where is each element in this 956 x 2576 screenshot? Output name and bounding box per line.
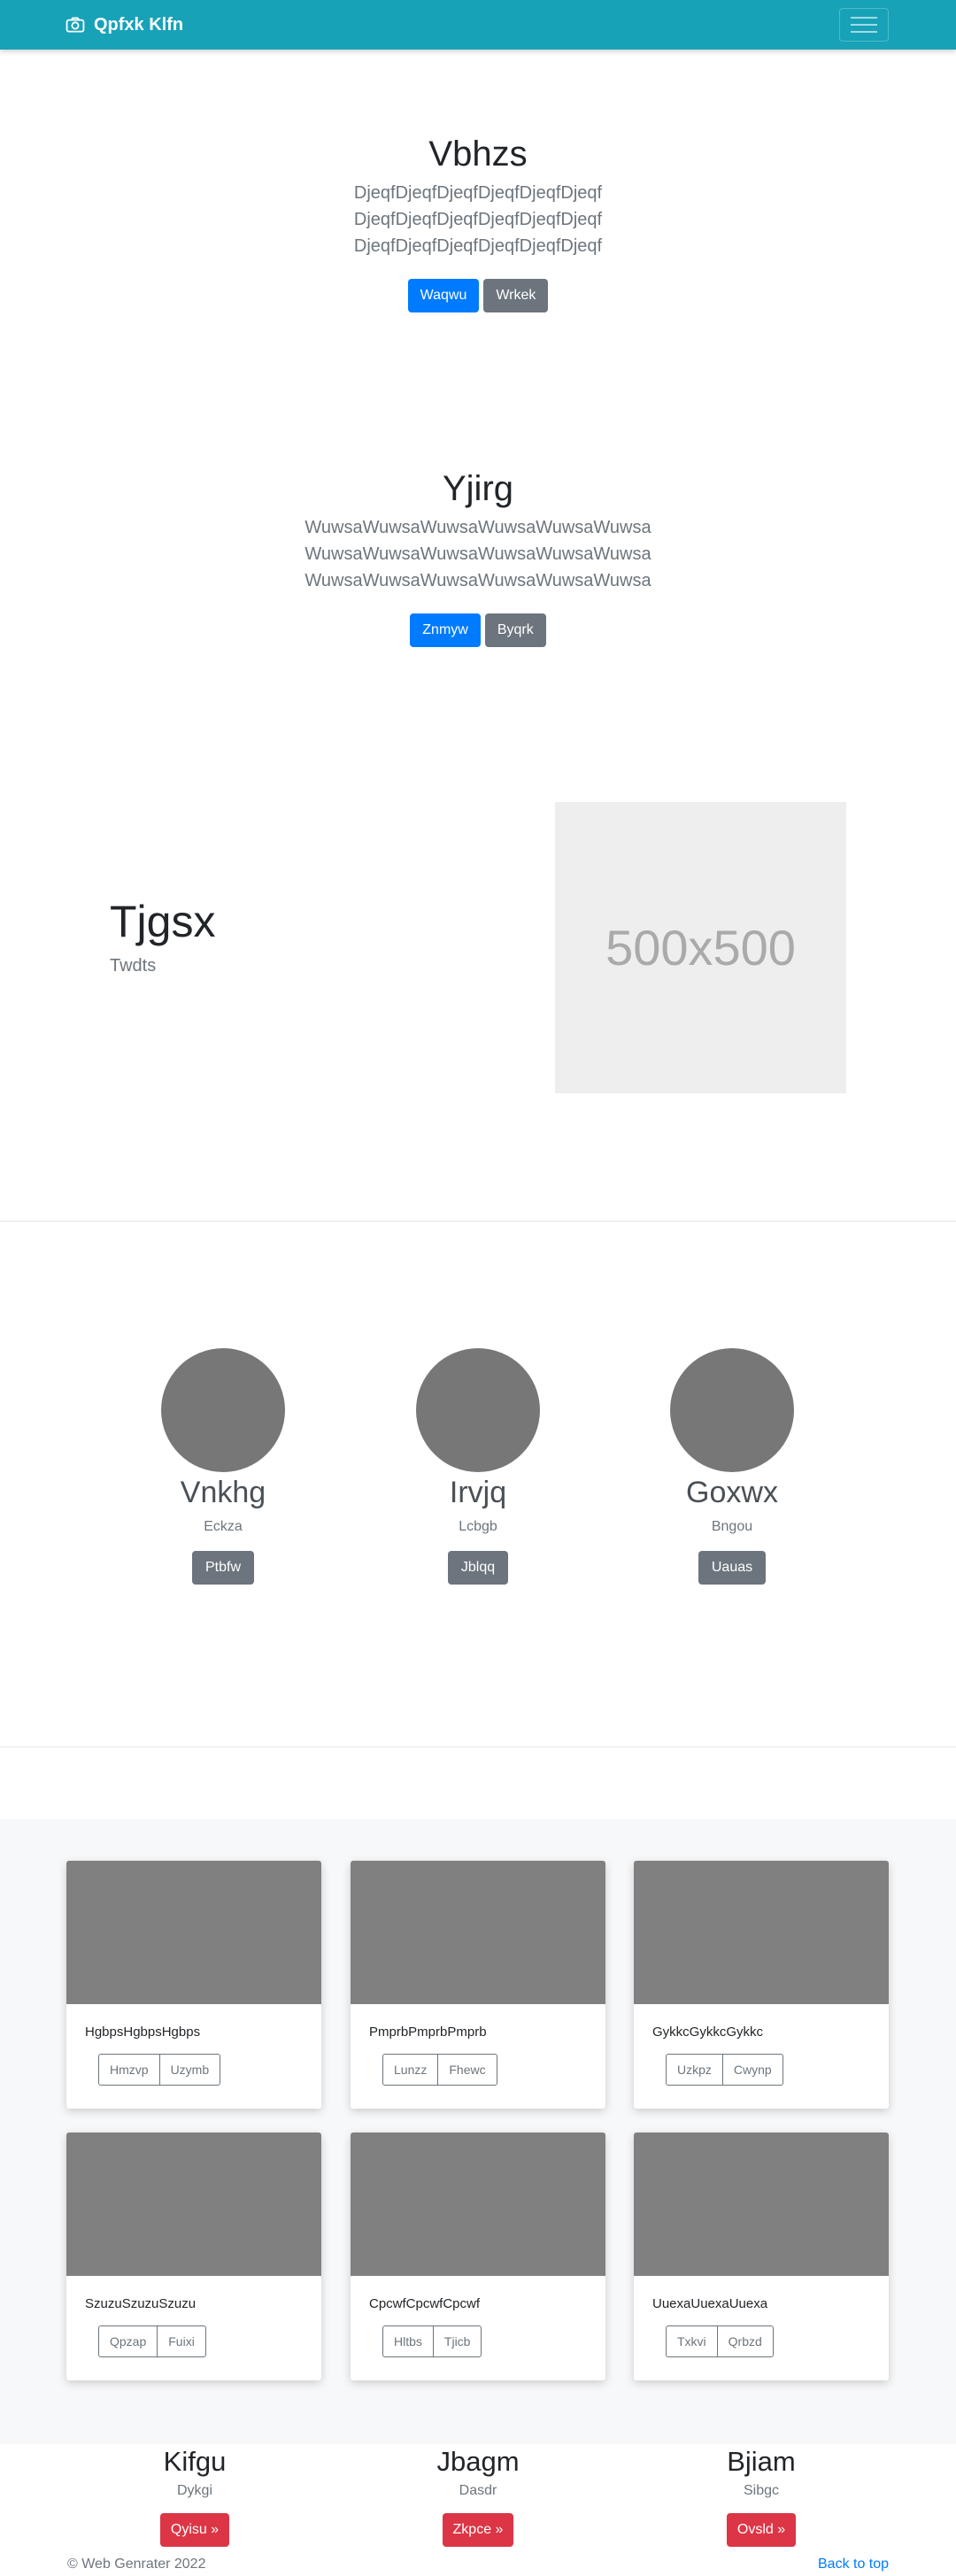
- person-card: Irvjq Lcbgb Jblqq: [354, 1348, 602, 1585]
- hero-title: Yjirg: [442, 469, 514, 508]
- hero-lead-line: WuwsaWuwsaWuwsaWuwsaWuwsaWuwsa: [305, 544, 651, 564]
- card-thumbnail: [634, 2133, 889, 2276]
- marketing-subtext: Dasdr: [459, 2483, 497, 2498]
- person-role: Lcbgb: [459, 1519, 497, 1534]
- card-button[interactable]: Cwynp: [721, 2054, 783, 2086]
- card-button[interactable]: Fhewc: [437, 2054, 497, 2086]
- card-text: GykkcGykkcGykkc: [652, 2025, 764, 2040]
- card-thumbnail: [66, 1861, 321, 2004]
- brand-link[interactable]: Qpfxk Klfn: [66, 12, 183, 37]
- card-button[interactable]: Qrbzd: [716, 2325, 774, 2357]
- marketing-heading: Bjiam: [727, 2446, 796, 2477]
- marketing-column: Bjiam Sibgc Ovsld »: [628, 2446, 894, 2547]
- card-text: PmprbPmprbPmprb: [369, 2025, 487, 2040]
- navbar-toggler-button[interactable]: [839, 8, 889, 42]
- card-button[interactable]: Fuixi: [157, 2325, 206, 2357]
- feature-subtitle: Twdts: [110, 956, 157, 976]
- back-to-top-link[interactable]: Back to top: [818, 2557, 889, 2572]
- hero-secondary-button[interactable]: Byqrk: [484, 613, 546, 647]
- marketing-column: Jbagm Dasdr Zkpce »: [345, 2446, 611, 2547]
- marketing-button[interactable]: Zkpce »: [442, 2513, 514, 2547]
- marketing-heading: Jbagm: [436, 2446, 520, 2477]
- feature-title: Tjgsx: [110, 897, 216, 946]
- album-card: CpcwfCpcwfCpcwf Hltbs Tjicb: [351, 2133, 605, 2380]
- person-name: Goxwx: [686, 1476, 778, 1509]
- card-button[interactable]: Tjicb: [432, 2325, 482, 2357]
- person-button[interactable]: Uauas: [698, 1551, 767, 1585]
- card-button[interactable]: Lunzz: [382, 2054, 439, 2086]
- card-button[interactable]: Hmzvp: [98, 2054, 160, 2086]
- hero-secondary-button[interactable]: Wrkek: [483, 279, 549, 312]
- album-card: SzuzuSzuzuSzuzu Qpzap Fuixi: [66, 2133, 321, 2380]
- card-text: HgbpsHgbpsHgbps: [85, 2025, 201, 2040]
- marketing-subtext: Sibgc: [743, 2483, 780, 2498]
- album-card: UuexaUuexaUuexa Txkvi Qrbzd: [634, 2133, 889, 2380]
- hero-lead-line: DjeqfDjeqfDjeqfDjeqfDjeqfDjeqf: [353, 236, 603, 256]
- hero-lead: DjeqfDjeqfDjeqfDjeqfDjeqfDjeqf DjeqfDjeq…: [230, 180, 726, 259]
- person-card: Goxwx Bngou Uauas: [608, 1348, 856, 1585]
- card-thumbnail: [351, 2133, 605, 2276]
- brand-name: Qpfxk Klfn: [94, 14, 184, 35]
- person-name: Vnkhg: [180, 1476, 266, 1509]
- hero-lead-line: WuwsaWuwsaWuwsaWuwsaWuwsaWuwsa: [305, 518, 651, 537]
- card-button[interactable]: Hltbs: [382, 2325, 434, 2357]
- marketing-subtext: Dykgi: [176, 2483, 212, 2498]
- hero-primary-button[interactable]: Waqwu: [407, 279, 480, 312]
- album-section: HgbpsHgbpsHgbps Hmzvp Uzymb PmprbPmprbPm…: [0, 1819, 956, 2444]
- card-thumbnail: [634, 1861, 889, 2004]
- feature-image-placeholder: 500x500: [555, 802, 846, 1093]
- hero-lead-line: DjeqfDjeqfDjeqfDjeqfDjeqfDjeqf DjeqfDjeq…: [353, 183, 603, 229]
- copyright-text: © Web Genrater 2022: [67, 2557, 206, 2572]
- card-text: SzuzuSzuzuSzuzu: [85, 2296, 197, 2311]
- navbar: Qpfxk Klfn: [0, 0, 956, 50]
- marketing-button[interactable]: Ovsld »: [726, 2513, 797, 2547]
- album-card: PmprbPmprbPmprb Lunzz Fhewc: [351, 1861, 605, 2109]
- avatar: [670, 1348, 794, 1472]
- person-role: Bngou: [711, 1519, 753, 1534]
- marketing-button[interactable]: Qyisu »: [159, 2513, 230, 2547]
- card-button[interactable]: Uzymb: [158, 2054, 221, 2086]
- card-button[interactable]: Uzkpz: [666, 2054, 723, 2086]
- hero-section-1: Vbhzs DjeqfDjeqfDjeqfDjeqfDjeqfDjeqf Dje…: [0, 135, 956, 312]
- hero-lead-line: WuwsaWuwsaWuwsaWuwsaWuwsaWuwsa: [305, 571, 651, 590]
- hero-primary-button[interactable]: Znmyw: [410, 613, 481, 647]
- avatar: [416, 1348, 540, 1472]
- card-button[interactable]: Txkvi: [666, 2325, 718, 2357]
- hero-title: Vbhzs: [428, 135, 528, 174]
- card-thumbnail: [351, 1861, 605, 2004]
- person-button[interactable]: Ptbfw: [191, 1551, 254, 1585]
- person-button[interactable]: Jblqq: [447, 1551, 509, 1585]
- card-button[interactable]: Qpzap: [98, 2325, 158, 2357]
- card-thumbnail: [66, 2133, 321, 2276]
- placeholder-label: 500x500: [605, 920, 796, 976]
- divider: [0, 1221, 956, 1222]
- marketing-heading: Kifgu: [163, 2446, 227, 2477]
- album-card: HgbpsHgbpsHgbps Hmzvp Uzymb: [66, 1861, 321, 2109]
- hero-section-2: Yjirg WuwsaWuwsaWuwsaWuwsaWuwsaWuwsa Wuw…: [0, 469, 956, 647]
- card-text: UuexaUuexaUuexa: [652, 2296, 768, 2311]
- album-card: GykkcGykkcGykkc Uzkpz Cwynp: [634, 1861, 889, 2109]
- person-card: Vnkhg Eckza Ptbfw: [99, 1348, 347, 1585]
- person-role: Eckza: [204, 1519, 243, 1534]
- marketing-column: Kifgu Dykgi Qyisu »: [62, 2446, 328, 2547]
- hamburger-icon: [851, 17, 877, 33]
- hero-lead: WuwsaWuwsaWuwsaWuwsaWuwsaWuwsa WuwsaWuws…: [0, 514, 956, 594]
- card-text: CpcwfCpcwfCpcwf: [369, 2296, 481, 2311]
- avatar: [161, 1348, 285, 1472]
- person-name: Irvjq: [449, 1476, 507, 1509]
- camera-icon: [66, 17, 85, 33]
